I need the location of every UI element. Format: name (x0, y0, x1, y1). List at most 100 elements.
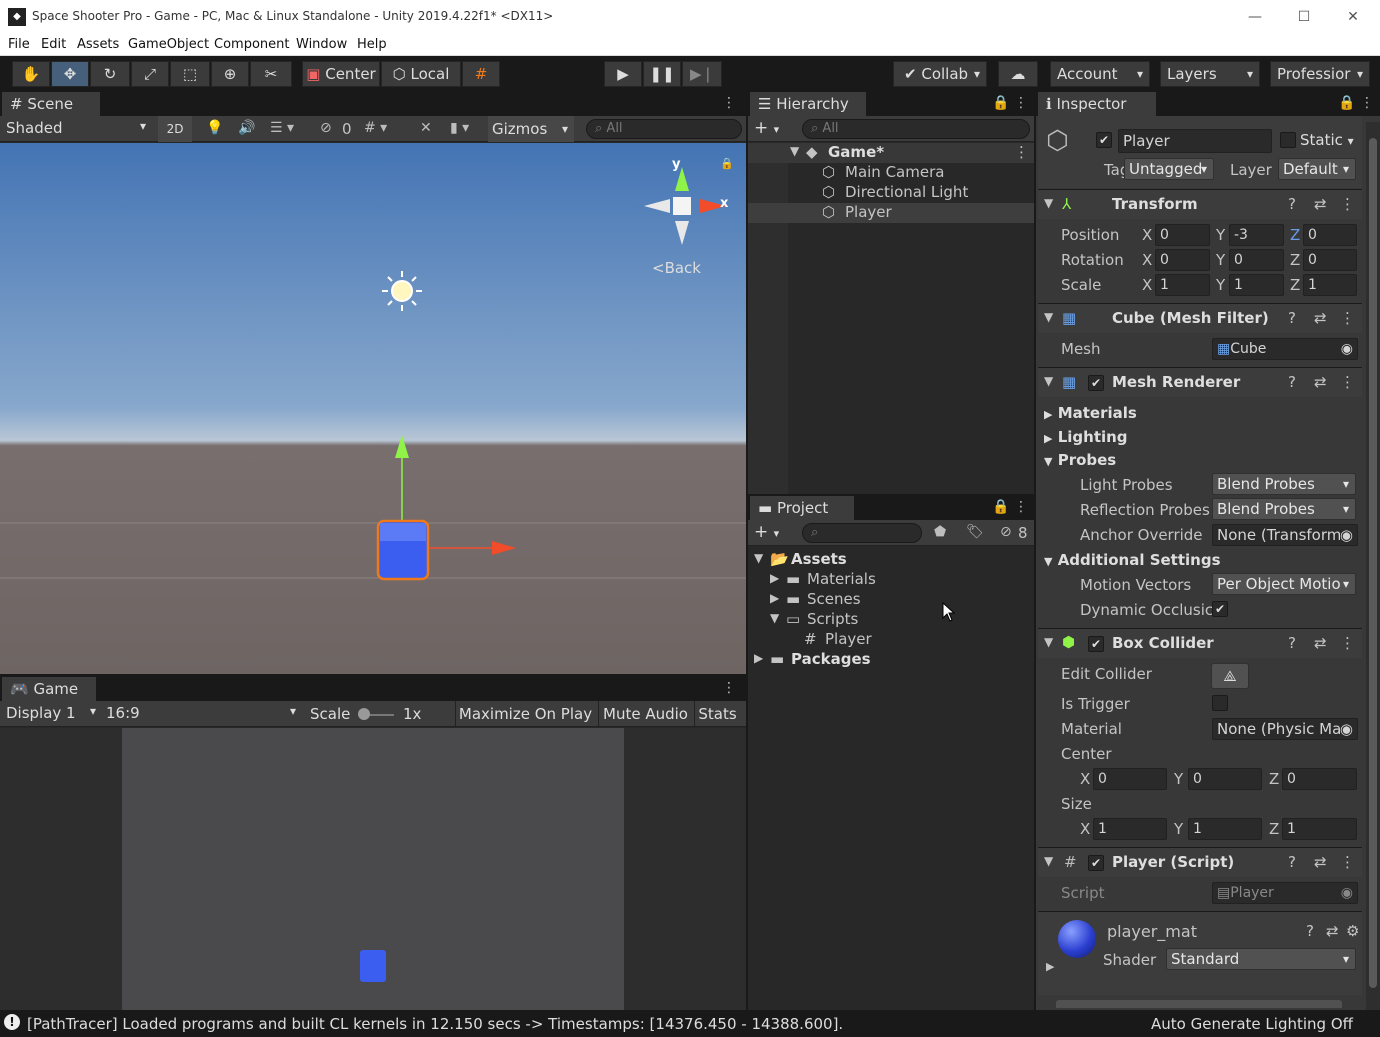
object-picker-icon[interactable]: ◉ (1339, 719, 1353, 739)
help-icon[interactable]: ? (1288, 853, 1296, 871)
more-icon[interactable]: ⋮ (1014, 95, 1028, 111)
rotation-x-field[interactable]: 0 (1155, 249, 1210, 271)
scale-x-field[interactable]: 1 (1155, 274, 1210, 296)
effects-icon[interactable]: ☰ ▾ (270, 120, 294, 136)
lock-icon[interactable]: 🔒 (1338, 95, 1355, 111)
project-folder-scenes[interactable]: ▶ ▬ Scenes (748, 590, 1034, 610)
add-icon[interactable]: + ▾ (754, 522, 779, 542)
tab-inspector[interactable]: ℹ Inspector (1038, 92, 1156, 116)
step-icon[interactable]: ▶❘ (682, 61, 722, 87)
shader-dropdown[interactable]: Standard (1166, 948, 1356, 970)
stats-toggle[interactable]: Stats (694, 701, 740, 727)
more-icon[interactable]: ⋮ (1360, 95, 1374, 111)
project-packages-row[interactable]: ▶ ▬ Packages (748, 650, 1034, 670)
more-icon[interactable]: ⋮ (722, 680, 736, 696)
player-script-enabled-checkbox[interactable]: ✔ (1088, 855, 1104, 871)
anchor-override-field[interactable]: None (Transform ◉ (1212, 524, 1358, 546)
x-arrow-icon[interactable] (492, 541, 516, 555)
tools-icon[interactable]: ✕ (420, 120, 432, 136)
material-preview-sphere[interactable] (1058, 920, 1096, 958)
probes-foldout[interactable]: ▼ Probes (1044, 451, 1116, 469)
rotation-z-field[interactable]: 0 (1303, 249, 1357, 271)
2d-toggle[interactable]: 2D (158, 116, 192, 142)
scene-row[interactable]: ▼ ◆ Game* ⋮ (748, 143, 1034, 163)
chevron-down-icon[interactable]: ▼ (1044, 310, 1053, 324)
gizmo-back-label[interactable]: <Back (652, 259, 701, 277)
scene-search-input[interactable]: ⌕ All (586, 119, 742, 139)
active-checkbox[interactable]: ✔ (1096, 132, 1112, 148)
scale-tool-icon[interactable]: ⤢ (131, 61, 169, 87)
chevron-down-icon[interactable]: ▼ (1044, 635, 1053, 649)
tab-scene[interactable]: # Scene (2, 92, 100, 116)
transform-tool-icon[interactable]: ⊕ (211, 61, 249, 87)
light-probes-dropdown[interactable]: Blend Probes (1212, 473, 1356, 495)
materials-foldout[interactable]: ▶ Materials (1044, 404, 1137, 422)
chevron-down-icon[interactable]: ▼ (1044, 854, 1053, 868)
chevron-down-icon[interactable]: ▼ (790, 144, 799, 158)
project-folder-scripts[interactable]: ▼ ▭ Scripts (748, 610, 1034, 630)
play-icon[interactable]: ▶ (604, 61, 642, 87)
motion-vectors-dropdown[interactable]: Per Object Motio (1212, 573, 1356, 595)
hidden-packages-icon[interactable]: ⊘ (1000, 524, 1012, 540)
hand-tool-icon[interactable]: ✋ (12, 61, 50, 87)
status-message[interactable]: [PathTracer] Loaded programs and built C… (27, 1015, 843, 1033)
is-trigger-checkbox[interactable] (1212, 695, 1228, 711)
maximize-on-play-toggle[interactable]: Maximize On Play (455, 701, 595, 727)
preset-icon[interactable]: ⇄ (1326, 922, 1339, 940)
pause-icon[interactable]: ❚❚ (643, 61, 681, 87)
scene-viewport[interactable]: y x 🔒 <Back (0, 143, 746, 674)
mute-audio-toggle[interactable]: Mute Audio (598, 701, 692, 727)
size-z-field[interactable]: 1 (1282, 818, 1357, 840)
hierarchy-item-player[interactable]: ⬡ Player (748, 203, 1034, 223)
layout-dropdown[interactable]: Professior (1270, 61, 1370, 87)
close-button[interactable]: ✕ (1340, 6, 1366, 28)
lock-icon[interactable]: 🔒 (720, 157, 734, 170)
reflection-probes-dropdown[interactable]: Blend Probes (1212, 498, 1356, 520)
help-icon[interactable]: ? (1306, 922, 1314, 940)
display-dropdown[interactable]: Display 1 ▾ (6, 704, 100, 722)
center-x-field[interactable]: 0 (1093, 768, 1167, 790)
position-x-field[interactable]: 0 (1155, 224, 1210, 246)
edit-collider-icon[interactable]: ⟁ (1211, 663, 1249, 689)
transform-header[interactable]: ▼ ⅄ Transform ? ⇄ ⋮ (1038, 189, 1362, 219)
aspect-dropdown[interactable]: 16:9 ▾ (106, 704, 300, 722)
add-component-button[interactable] (1056, 1000, 1342, 1008)
project-assets-row[interactable]: ▼ 📂 Assets (748, 550, 1034, 570)
preset-icon[interactable]: ⇄ (1314, 195, 1327, 213)
mesh-renderer-header[interactable]: ▼ ▦ ✔ Mesh Renderer ? ⇄ ⋮ (1038, 367, 1362, 397)
minimize-button[interactable]: — (1242, 6, 1268, 28)
help-icon[interactable]: ? (1288, 309, 1296, 327)
scale-y-field[interactable]: 1 (1229, 274, 1284, 296)
lighting-foldout[interactable]: ▶ Lighting (1044, 428, 1128, 446)
lock-icon[interactable]: 🔒 (992, 499, 1009, 515)
hidden-objects-icon[interactable]: ⊘ (320, 120, 332, 136)
scale-slider-thumb[interactable] (358, 708, 370, 720)
chevron-down-icon[interactable]: ▼ (1044, 196, 1053, 210)
grid-snap-icon[interactable]: # (462, 61, 500, 87)
chevron-right-icon[interactable]: ▶ (754, 651, 763, 665)
preset-icon[interactable]: ⇄ (1314, 634, 1327, 652)
player-script-header[interactable]: ▼ # ✔ Player (Script) ? ⇄ ⋮ (1038, 847, 1362, 877)
more-icon[interactable]: ⋮ (1340, 195, 1355, 213)
more-icon[interactable]: ⋮ (1014, 499, 1028, 515)
grid-toggle-icon[interactable]: # ▾ (364, 120, 387, 136)
more-icon[interactable]: ⋮ (1340, 853, 1355, 871)
orientation-gizmo[interactable] (644, 167, 726, 245)
layer-dropdown[interactable]: Default (1278, 158, 1356, 180)
box-collider-header[interactable]: ▼ ⬢ ✔ Box Collider ? ⇄ ⋮ (1038, 628, 1362, 658)
more-icon[interactable]: ⋮ (1340, 309, 1355, 327)
lighting-icon[interactable]: 💡 (206, 120, 223, 136)
maximize-button[interactable]: ☐ (1291, 6, 1317, 28)
project-folder-materials[interactable]: ▶ ▬ Materials (748, 570, 1034, 590)
project-file-player-script[interactable]: # Player (748, 630, 1034, 650)
audio-icon[interactable]: 🔊 (238, 120, 255, 136)
account-dropdown[interactable]: Account (1050, 61, 1150, 87)
gizmos-dropdown[interactable]: Gizmos ▾ (488, 116, 574, 142)
object-picker-icon[interactable]: ◉ (1339, 525, 1353, 545)
cloud-icon[interactable]: ☁ (998, 61, 1038, 87)
menu-window[interactable]: Window (296, 37, 347, 52)
mesh-renderer-enabled-checkbox[interactable]: ✔ (1088, 375, 1104, 391)
physic-material-field[interactable]: None (Physic Ma ◉ (1212, 718, 1358, 740)
static-checkbox[interactable] (1280, 132, 1296, 148)
scale-z-field[interactable]: 1 (1303, 274, 1357, 296)
